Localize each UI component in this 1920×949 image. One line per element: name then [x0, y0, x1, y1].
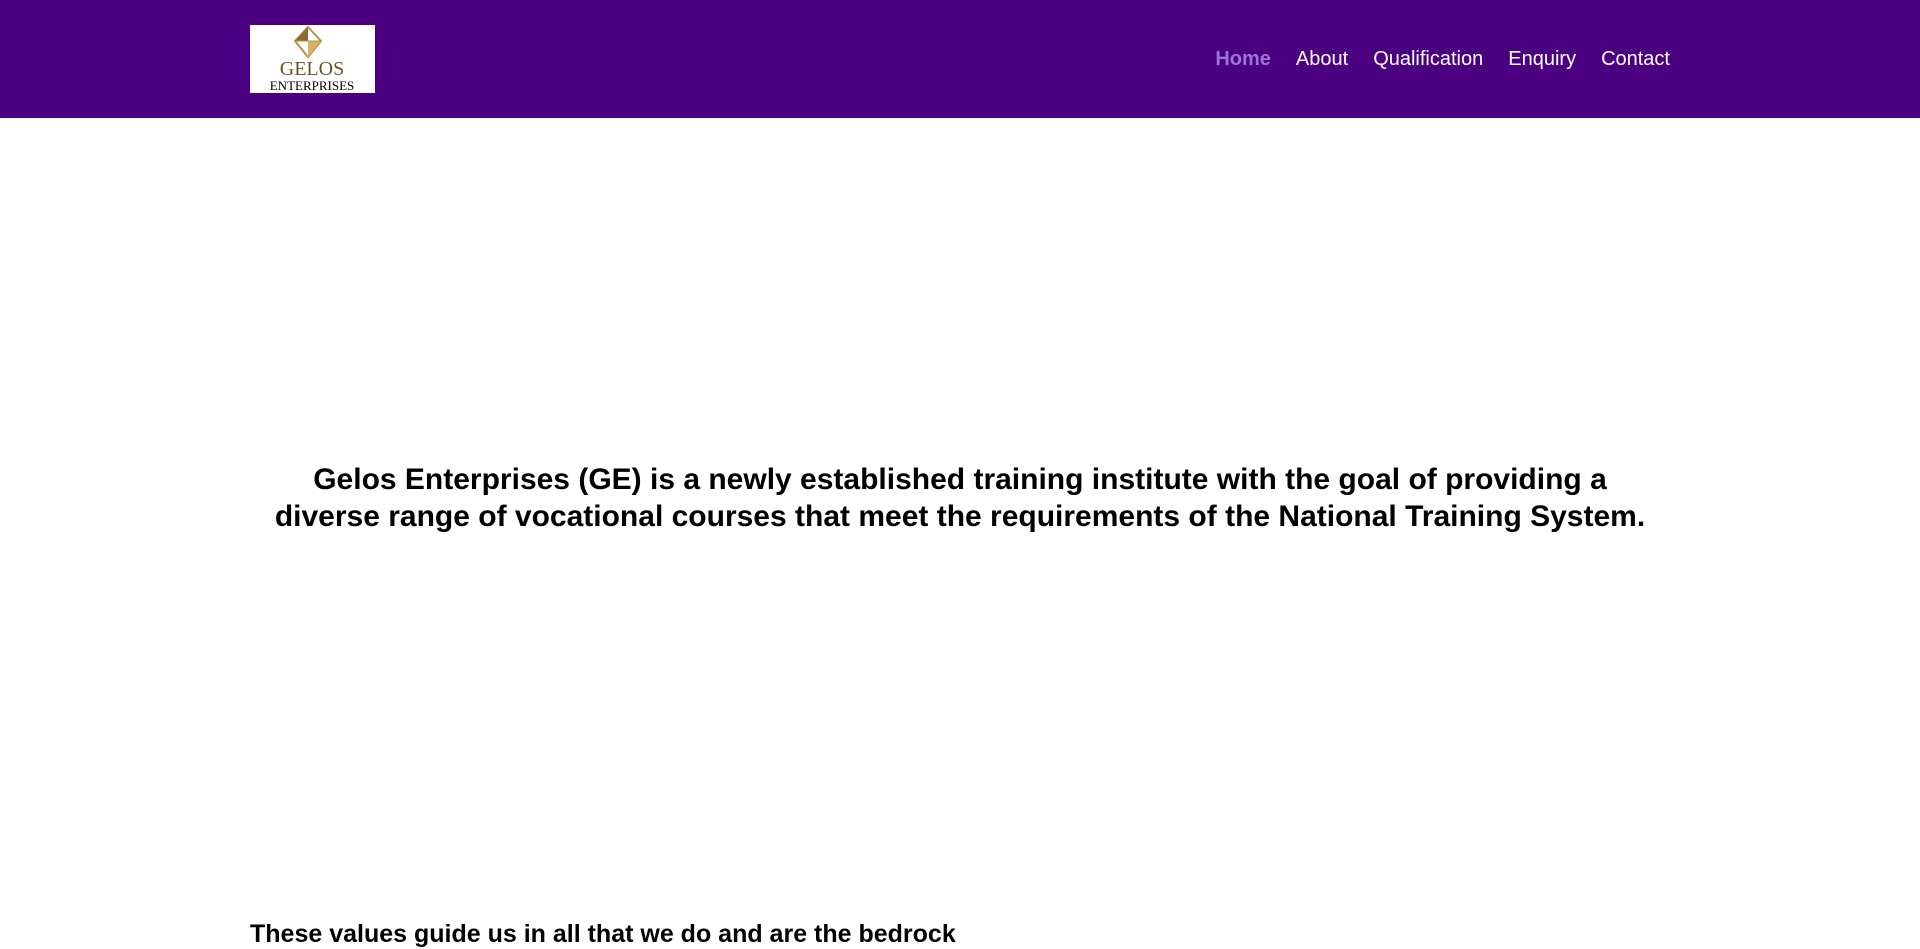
nav-qualification[interactable]: Qualification [1373, 47, 1483, 71]
logo-line2: ENTERPRISES [270, 78, 355, 93]
logo-graphic: GELOS ENTERPRISES [270, 25, 355, 93]
main-nav: Home About Qualification Enquiry Contact [1215, 47, 1670, 71]
diamond-icon [293, 25, 323, 59]
nav-home[interactable]: Home [1215, 47, 1271, 71]
nav-contact[interactable]: Contact [1601, 47, 1670, 71]
hero-statement: Gelos Enterprises (GE) is a newly establ… [274, 463, 1646, 533]
values-heading: These values guide us in all that we do … [250, 920, 956, 948]
logo[interactable]: GELOS ENTERPRISES [250, 25, 375, 93]
logo-line1: GELOS [280, 58, 344, 80]
nav-enquiry[interactable]: Enquiry [1508, 47, 1576, 71]
nav-about[interactable]: About [1296, 47, 1348, 71]
site-header: GELOS ENTERPRISES Home About Qualificati… [0, 0, 1920, 118]
